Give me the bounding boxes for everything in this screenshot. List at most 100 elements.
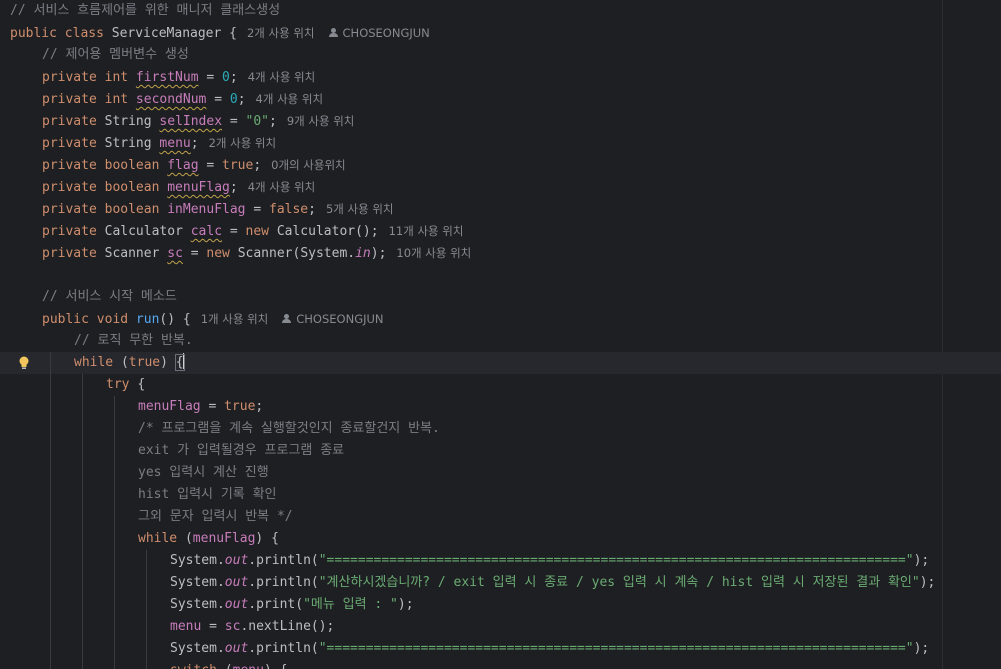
code-line[interactable]: menuFlag = true; xyxy=(0,396,1001,418)
code-text[interactable]: exit 가 입력될경우 프로그램 종료 xyxy=(138,440,344,462)
code-text[interactable]: System.out.print("메뉴 입력 : "); xyxy=(170,594,414,616)
code-token: menuFlag xyxy=(192,531,256,546)
code-line[interactable]: yes 입력시 계산 진행 xyxy=(0,462,1001,484)
code-text[interactable]: System.out.println("====================… xyxy=(170,638,929,660)
usages-hint[interactable]: 4개 사용 위치 xyxy=(256,92,324,106)
usages-hint[interactable]: 4개 사용 위치 xyxy=(248,70,316,84)
code-line[interactable]: System.out.println("====================… xyxy=(0,550,1001,572)
code-token: ); xyxy=(913,641,930,656)
code-line[interactable]: /* 프로그램을 계속 실행할것인지 종료할건지 반복. xyxy=(0,418,1001,440)
code-line[interactable]: exit 가 입력될경우 프로그램 종료 xyxy=(0,440,1001,462)
code-token: private xyxy=(42,136,105,151)
code-line[interactable]: // 로직 무한 반복. xyxy=(0,330,1001,352)
code-line[interactable]: private boolean flag = true; 0개의 사용위치 xyxy=(0,154,1001,176)
code-token: public class xyxy=(10,26,112,41)
code-text[interactable]: private Scanner sc = new Scanner(System.… xyxy=(42,242,471,265)
code-text[interactable]: private int firstNum = 0; 4개 사용 위치 xyxy=(42,66,315,89)
code-token: System. xyxy=(170,553,225,568)
usages-hint[interactable]: 4개 사용 위치 xyxy=(248,180,316,194)
code-line[interactable]: private int secondNum = 0; 4개 사용 위치 xyxy=(0,88,1001,110)
code-text[interactable]: while (true) { xyxy=(74,352,185,374)
code-line[interactable] xyxy=(0,264,1001,286)
code-token: = xyxy=(200,399,225,414)
code-token: ); xyxy=(370,246,387,261)
code-text[interactable]: yes 입력시 계산 진행 xyxy=(138,462,269,484)
code-line[interactable]: menu = sc.nextLine(); xyxy=(0,616,1001,638)
lightbulb-icon[interactable] xyxy=(18,356,30,370)
code-text[interactable]: public class ServiceManager {2개 사용 위치 CHO… xyxy=(10,22,430,45)
code-token: .nextLine(); xyxy=(240,619,335,634)
code-line[interactable]: private String menu; 2개 사용 위치 xyxy=(0,132,1001,154)
code-text[interactable]: // 로직 무한 반복. xyxy=(74,330,193,352)
code-text[interactable]: private boolean menuFlag; 4개 사용 위치 xyxy=(42,176,315,199)
usages-hint[interactable]: 11개 사용 위치 xyxy=(389,224,464,238)
code-text[interactable]: private boolean inMenuFlag = false; 5개 사용… xyxy=(42,198,394,221)
code-token: = xyxy=(182,246,207,261)
code-text[interactable]: System.out.println("계산하시겠습니까? / exit 입력 … xyxy=(170,572,935,594)
code-text[interactable]: // 제어용 멤버변수 생성 xyxy=(42,44,189,66)
code-line[interactable]: 그외 문자 입력시 반복 */ xyxy=(0,506,1001,528)
usages-hint[interactable]: 1개 사용 위치 xyxy=(201,312,269,326)
code-token: false xyxy=(269,202,309,217)
code-line[interactable]: switch (menu) { xyxy=(0,660,1001,669)
code-text[interactable]: public void run() {1개 사용 위치 CHOSEONGJUN xyxy=(42,308,384,331)
code-line[interactable]: // 서비스 시작 메소드 xyxy=(0,286,1001,308)
indent-guide xyxy=(146,550,147,669)
code-editor[interactable]: // 서비스 흐름제어를 위한 매니저 클래스생성 public class Se… xyxy=(0,0,1001,669)
code-token: "0" xyxy=(245,114,270,129)
code-text[interactable]: menu = sc.nextLine(); xyxy=(170,616,334,638)
code-token: while xyxy=(74,355,121,370)
code-line[interactable]: private Calculator calc = new Calculator… xyxy=(0,220,1001,242)
author-hint[interactable]: CHOSEONGJUN xyxy=(328,26,430,40)
code-token: { xyxy=(137,377,146,392)
code-text[interactable]: switch (menu) { xyxy=(170,660,287,669)
code-token: ; xyxy=(229,70,238,85)
usages-hint[interactable]: 2개 사용 위치 xyxy=(209,136,277,150)
usages-hint[interactable]: 9개 사용 위치 xyxy=(287,114,355,128)
code-token: in xyxy=(355,246,371,261)
code-line[interactable]: System.out.print("메뉴 입력 : "); xyxy=(0,594,1001,616)
code-text[interactable]: private int secondNum = 0; 4개 사용 위치 xyxy=(42,88,323,111)
code-text[interactable]: menuFlag = true; xyxy=(138,396,263,418)
code-line[interactable]: hist 입력시 기록 확인 xyxy=(0,484,1001,506)
code-line[interactable]: private boolean menuFlag; 4개 사용 위치 xyxy=(0,176,1001,198)
code-line[interactable]: System.out.println("계산하시겠습니까? / exit 입력 … xyxy=(0,572,1001,594)
code-token: ; xyxy=(190,136,199,151)
code-line[interactable]: try { xyxy=(0,374,1001,396)
code-line[interactable]: private int firstNum = 0; 4개 사용 위치 xyxy=(0,66,1001,88)
code-line[interactable]: while (menuFlag) { xyxy=(0,528,1001,550)
code-text[interactable]: private String selIndex = "0"; 9개 사용 위치 xyxy=(42,110,354,133)
code-line[interactable]: private String selIndex = "0"; 9개 사용 위치 xyxy=(0,110,1001,132)
code-text[interactable]: 그외 문자 입력시 반복 */ xyxy=(138,506,293,528)
code-line[interactable]: // 제어용 멤버변수 생성 xyxy=(0,44,1001,66)
code-text[interactable]: /* 프로그램을 계속 실행할것인지 종료할건지 반복. xyxy=(138,418,440,440)
code-line[interactable]: public void run() {1개 사용 위치 CHOSEONGJUN xyxy=(0,308,1001,330)
code-token: = xyxy=(222,224,246,239)
code-token: ) { xyxy=(264,663,287,669)
code-line[interactable]: while (true) { xyxy=(0,352,1001,374)
author-hint[interactable]: CHOSEONGJUN xyxy=(282,312,384,326)
code-text[interactable]: try { xyxy=(106,374,145,396)
code-token: menuFlag xyxy=(167,180,230,195)
code-text[interactable]: System.out.println("====================… xyxy=(170,550,929,572)
code-line[interactable]: private boolean inMenuFlag = false; 5개 사용… xyxy=(0,198,1001,220)
code-line[interactable]: System.out.println("====================… xyxy=(0,638,1001,660)
usages-hint[interactable]: 5개 사용 위치 xyxy=(326,202,394,216)
code-text[interactable]: // 서비스 시작 메소드 xyxy=(42,286,177,308)
code-text[interactable]: while (menuFlag) { xyxy=(138,528,279,550)
code-line[interactable]: private Scanner sc = new Scanner(System.… xyxy=(0,242,1001,264)
usages-hint[interactable]: 10개 사용 위치 xyxy=(396,246,471,260)
code-token: inMenuFlag xyxy=(167,202,246,217)
code-text[interactable]: private String menu; 2개 사용 위치 xyxy=(42,132,276,155)
code-line[interactable]: public class ServiceManager {2개 사용 위치 CHO… xyxy=(0,22,1001,44)
code-token: /* 프로그램을 계속 실행할것인지 종료할건지 반복. xyxy=(138,421,440,436)
usages-hint[interactable]: 0개의 사용위치 xyxy=(271,158,345,172)
usages-hint[interactable]: 2개 사용 위치 xyxy=(247,26,315,40)
code-line[interactable]: // 서비스 흐름제어를 위한 매니저 클래스생성 xyxy=(0,0,1001,22)
code-token: ( xyxy=(225,663,233,669)
code-token: = xyxy=(201,619,225,634)
code-text[interactable]: // 서비스 흐름제어를 위한 매니저 클래스생성 xyxy=(10,0,280,22)
code-text[interactable]: private Calculator calc = new Calculator… xyxy=(42,220,463,243)
code-text[interactable]: hist 입력시 기록 확인 xyxy=(138,484,277,506)
code-text[interactable]: private boolean flag = true; 0개의 사용위치 xyxy=(42,154,346,177)
